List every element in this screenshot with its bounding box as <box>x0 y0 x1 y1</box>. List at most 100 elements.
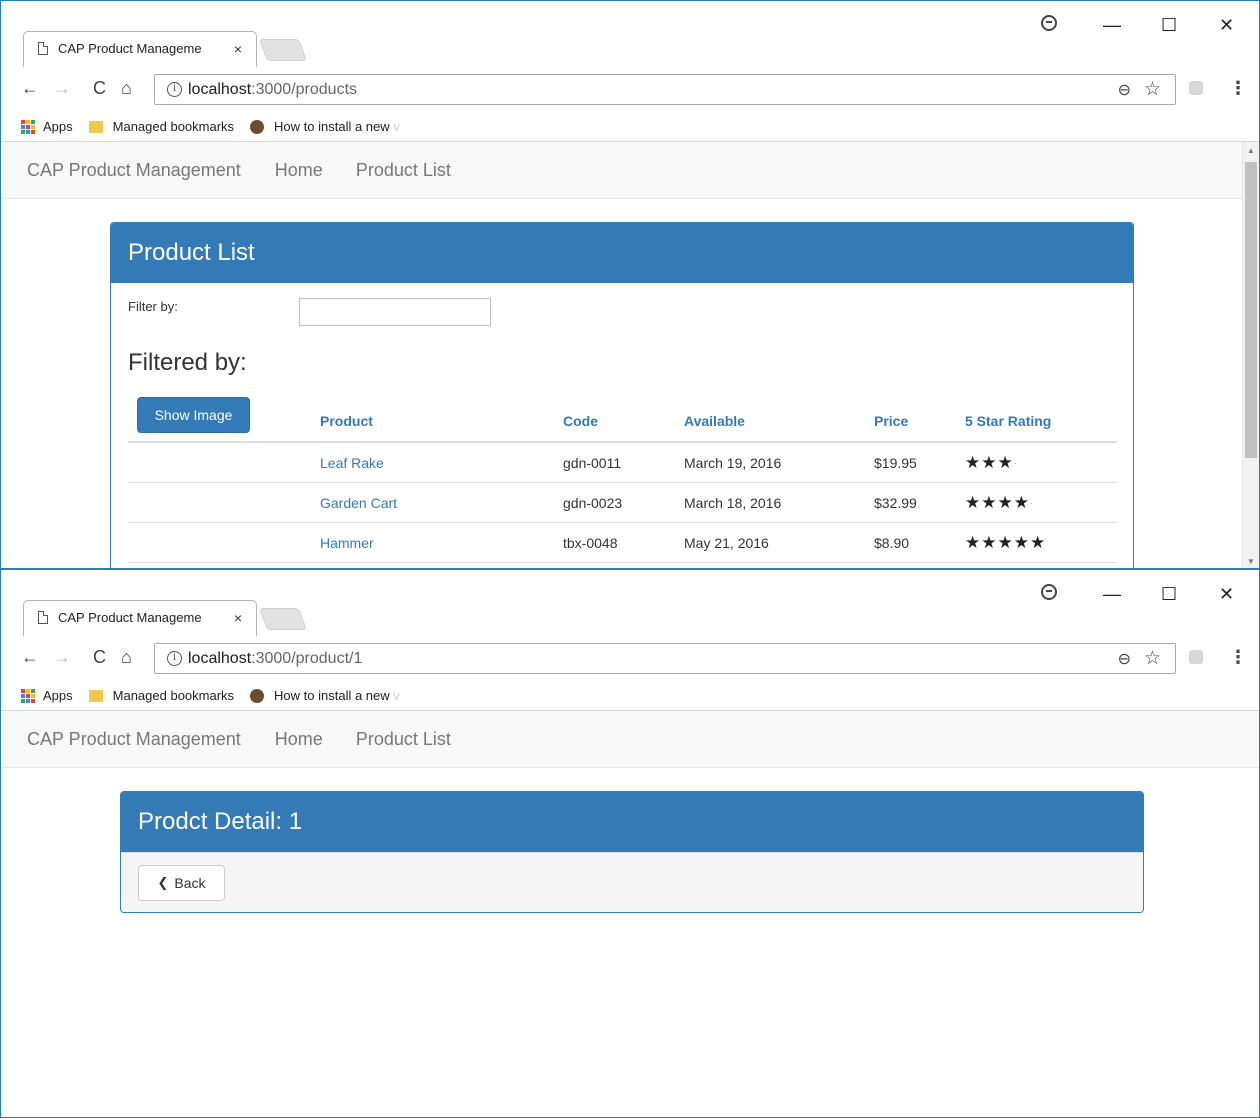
browser-menu-icon[interactable]: ⋮ <box>1229 78 1247 99</box>
bookmark-howto[interactable]: How to install a new v <box>250 688 400 703</box>
table-header-row: Product Code Available Price 5 Star Rati… <box>128 393 1117 443</box>
app-navbar: CAP Product Management Home Product List <box>1 711 1259 768</box>
browser-tab[interactable]: CAP Product Manageme × <box>23 31 257 67</box>
vertical-scrollbar[interactable]: ▲ ▼ <box>1242 142 1259 568</box>
site-info-icon[interactable]: i <box>167 651 182 666</box>
maximize-icon[interactable]: ☐ <box>1161 584 1177 605</box>
home-icon[interactable]: ⌂ <box>121 78 132 99</box>
close-window-icon[interactable]: ✕ <box>1219 584 1234 605</box>
folder-icon <box>88 120 103 133</box>
star-rating: ★★★ · <box>965 452 1018 472</box>
address-url: localhost:3000/product/1 <box>188 650 363 667</box>
folder-icon <box>88 689 103 702</box>
product-price: $32.99 <box>874 494 917 511</box>
product-link[interactable]: Hammer <box>320 523 374 562</box>
bookmark-star-icon[interactable]: ☆ <box>1144 647 1161 670</box>
filtered-by-heading: Filtered by: <box>128 349 247 376</box>
nav-product-list[interactable]: Product List <box>356 729 451 750</box>
show-image-button[interactable]: Show Image <box>137 397 250 433</box>
page-viewport: CAP Product Management Home Product List… <box>1 142 1259 568</box>
back-arrow-icon[interactable]: ← <box>21 647 39 668</box>
extension-icon[interactable] <box>1189 650 1203 664</box>
column-header-product: Product <box>320 413 373 429</box>
apps-grid-icon <box>21 119 35 134</box>
product-available: May 21, 2016 <box>684 534 769 551</box>
tab-title: CAP Product Manageme <box>58 610 202 625</box>
new-tab-button[interactable] <box>258 608 308 630</box>
minimize-icon[interactable]: — <box>1103 15 1121 36</box>
bookmark-apps[interactable]: Apps <box>21 119 73 134</box>
filter-input[interactable] <box>299 298 491 326</box>
scroll-down-icon[interactable]: ▼ <box>1247 557 1255 566</box>
table-row: Leaf Rake gdn-0011 March 19, 2016 $19.95… <box>128 443 1117 483</box>
product-table: Product Code Available Price 5 Star Rati… <box>128 393 1117 563</box>
filter-label: Filter by: <box>128 299 178 314</box>
bookmark-favicon-icon <box>250 688 265 703</box>
maximize-icon[interactable]: ☐ <box>1161 15 1177 36</box>
product-code: gdn-0023 <box>563 494 623 511</box>
tab-close-icon[interactable]: × <box>234 610 242 626</box>
bookmark-howto[interactable]: How to install a new v <box>250 119 400 134</box>
reload-icon[interactable]: C <box>93 647 106 668</box>
nav-home[interactable]: Home <box>275 160 323 181</box>
tab-title: CAP Product Manageme <box>58 41 202 56</box>
tab-strip: CAP Product Manageme × — ☐ ✕ <box>1 1 1259 68</box>
site-info-icon[interactable]: i <box>167 82 182 97</box>
product-price: $8.90 <box>874 534 910 551</box>
zoom-icon[interactable]: ⊖ <box>1118 649 1131 669</box>
browser-toolbar: ← → C ⌂ i localhost:3000/products ⊖ ☆ ⋮ <box>1 68 1259 112</box>
column-header-price: Price <box>874 413 909 429</box>
panel-footer: ❮ Back <box>121 852 1143 912</box>
product-link[interactable]: Leaf Rake <box>320 443 384 482</box>
star-rating: ★★★★★ <box>965 532 1047 552</box>
bookmark-apps[interactable]: Apps <box>21 688 73 703</box>
forward-arrow-icon[interactable]: → <box>53 647 71 668</box>
scroll-thumb[interactable] <box>1245 162 1257 458</box>
zoom-icon[interactable]: ⊖ <box>1118 80 1131 100</box>
bookmarks-bar: Apps Managed bookmarks How to install a … <box>1 681 1259 711</box>
profile-icon[interactable] <box>1041 15 1057 31</box>
browser-window-detail: CAP Product Manageme × — ☐ ✕ ← → C ⌂ i l… <box>0 569 1260 1118</box>
close-window-icon[interactable]: ✕ <box>1219 15 1234 36</box>
column-header-available: Available <box>684 413 745 429</box>
nav-home[interactable]: Home <box>275 729 323 750</box>
address-bar[interactable]: i localhost:3000/products ⊖ ☆ <box>154 74 1176 105</box>
back-button[interactable]: ❮ Back <box>138 865 225 901</box>
profile-icon[interactable] <box>1041 584 1057 600</box>
product-detail-panel: Prodct Detail: 1 ❮ Back <box>120 791 1144 913</box>
bookmark-managed[interactable]: Managed bookmarks <box>88 119 234 134</box>
page-viewport: CAP Product Management Home Product List… <box>1 711 1259 913</box>
navbar-brand[interactable]: CAP Product Management <box>27 729 241 750</box>
page-icon <box>38 611 48 624</box>
browser-toolbar: ← → C ⌂ i localhost:3000/product/1 ⊖ ☆ ⋮ <box>1 637 1259 681</box>
product-code: gdn-0011 <box>563 454 622 471</box>
bookmark-star-icon[interactable]: ☆ <box>1144 78 1161 101</box>
browser-menu-icon[interactable]: ⋮ <box>1229 647 1247 668</box>
chevron-left-icon: ❮ <box>157 875 169 890</box>
extension-icon[interactable] <box>1189 81 1203 95</box>
tab-close-icon[interactable]: × <box>234 41 242 57</box>
bookmark-managed[interactable]: Managed bookmarks <box>88 688 234 703</box>
scroll-up-icon[interactable]: ▲ <box>1247 146 1255 155</box>
product-link[interactable]: Garden Cart <box>320 483 397 522</box>
minimize-icon[interactable]: — <box>1103 584 1121 605</box>
app-navbar: CAP Product Management Home Product List <box>1 142 1259 199</box>
page-icon <box>38 42 48 55</box>
browser-tab[interactable]: CAP Product Manageme × <box>23 600 257 636</box>
address-bar[interactable]: i localhost:3000/product/1 ⊖ ☆ <box>154 643 1176 674</box>
home-icon[interactable]: ⌂ <box>121 647 132 668</box>
forward-arrow-icon[interactable]: → <box>53 78 71 99</box>
column-header-rating: 5 Star Rating <box>965 413 1052 429</box>
apps-grid-icon <box>21 688 35 703</box>
table-row: Hammer tbx-0048 May 21, 2016 $8.90 ★★★★★ <box>128 523 1117 563</box>
back-arrow-icon[interactable]: ← <box>21 78 39 99</box>
navbar-brand[interactable]: CAP Product Management <box>27 160 241 181</box>
nav-product-list[interactable]: Product List <box>356 160 451 181</box>
new-tab-button[interactable] <box>258 39 308 61</box>
product-available: March 18, 2016 <box>684 494 782 511</box>
reload-icon[interactable]: C <box>93 78 106 99</box>
address-url: localhost:3000/products <box>188 81 358 98</box>
product-available: March 19, 2016 <box>684 454 782 471</box>
panel-title: Prodct Detail: 1 <box>121 792 1143 852</box>
table-row: Garden Cart gdn-0023 March 18, 2016 $32.… <box>128 483 1117 523</box>
